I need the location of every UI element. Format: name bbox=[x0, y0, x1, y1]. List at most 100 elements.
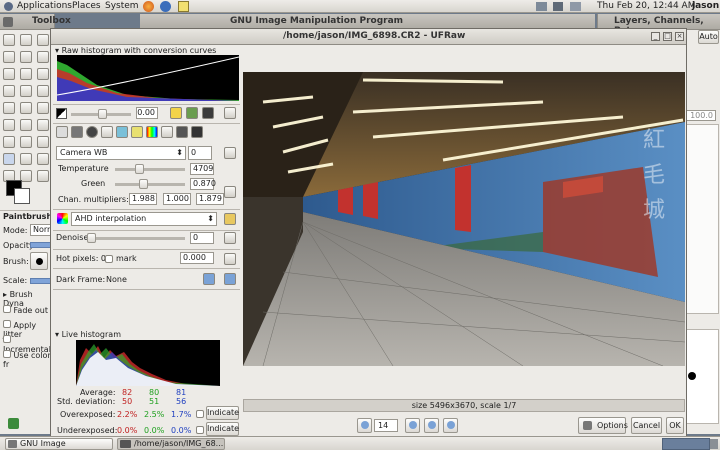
live-hist-expander[interactable]: ▾ Live histogram bbox=[55, 330, 121, 339]
hot-pixels-value[interactable]: 0.000 bbox=[180, 252, 214, 264]
brush-preview[interactable] bbox=[30, 252, 48, 270]
checkbox[interactable] bbox=[3, 320, 11, 328]
menu-applications[interactable]: Applications bbox=[17, 1, 72, 11]
taskbar-item-gimp[interactable]: GNU Image Manipula... bbox=[5, 438, 113, 450]
tab-exif-icon[interactable] bbox=[191, 126, 203, 138]
tab-save-icon[interactable] bbox=[176, 126, 188, 138]
exposure-slider-handle[interactable] bbox=[98, 109, 107, 119]
maximize-button[interactable]: □ bbox=[663, 32, 672, 41]
color-picker-icon[interactable] bbox=[20, 68, 32, 80]
shear-tool-icon[interactable] bbox=[37, 102, 49, 114]
paths-icon[interactable] bbox=[3, 68, 15, 80]
over-indicate-checkbox[interactable] bbox=[196, 410, 204, 418]
denoise-slider-handle[interactable] bbox=[87, 233, 96, 243]
save-options-icon[interactable] bbox=[8, 418, 19, 429]
green-slider-handle[interactable] bbox=[139, 179, 148, 189]
toolbox-titlebar[interactable]: Toolbox bbox=[0, 14, 71, 30]
reset-hot-icon[interactable] bbox=[224, 253, 236, 265]
rect-select-icon[interactable] bbox=[3, 34, 15, 46]
zoom-in-button[interactable] bbox=[405, 418, 420, 433]
move-tool-icon[interactable] bbox=[3, 85, 15, 97]
zoom-100-button[interactable] bbox=[443, 418, 458, 433]
tab-color-mgmt-icon[interactable] bbox=[116, 126, 128, 138]
rotate-tool-icon[interactable] bbox=[3, 102, 15, 114]
option-use-color[interactable]: Use color fr bbox=[3, 350, 54, 369]
clock[interactable]: Thu Feb 20, 12:44 AM bbox=[597, 1, 695, 11]
denoise-slider[interactable] bbox=[87, 237, 185, 240]
menu-system[interactable]: System bbox=[105, 1, 139, 11]
zoom-fit-button[interactable] bbox=[424, 418, 439, 433]
minimize-button[interactable]: _ bbox=[651, 32, 660, 41]
reset-exposure-icon[interactable] bbox=[224, 107, 236, 119]
menu-places[interactable]: Places bbox=[72, 1, 101, 11]
raw-hist-expander[interactable]: ▾ Raw histogram with conversion curves bbox=[55, 46, 216, 55]
auto-button[interactable]: Auto bbox=[698, 30, 719, 44]
tab-lightness-icon[interactable] bbox=[146, 126, 158, 138]
chan-red-value[interactable]: 1.988 bbox=[129, 193, 157, 205]
under-indicate-checkbox[interactable] bbox=[196, 426, 204, 434]
chan-blue-value[interactable]: 1.879 bbox=[196, 193, 224, 205]
chan-green-value[interactable]: 1.000 bbox=[163, 193, 191, 205]
temp-slider-handle[interactable] bbox=[135, 164, 144, 174]
bg-color-swatch[interactable] bbox=[14, 188, 30, 204]
volume-icon[interactable] bbox=[553, 2, 563, 11]
smoothing-icon[interactable] bbox=[224, 213, 236, 225]
pencil-icon[interactable] bbox=[37, 136, 49, 148]
flip-tool-icon[interactable] bbox=[20, 119, 32, 131]
temp-value[interactable]: 4709 bbox=[190, 163, 214, 175]
interp-select[interactable]: AHD interpolation ⬍ bbox=[71, 212, 217, 226]
restore-details-icon[interactable] bbox=[186, 107, 198, 119]
tab-grayscale-icon[interactable] bbox=[71, 126, 83, 138]
scissors-icon[interactable] bbox=[37, 51, 49, 63]
paintbrush-icon[interactable] bbox=[3, 153, 15, 165]
bucket-fill-icon[interactable] bbox=[3, 136, 15, 148]
network-icon[interactable] bbox=[536, 2, 547, 11]
tab-base-curve-icon[interactable] bbox=[101, 126, 113, 138]
fuzzy-select-icon[interactable] bbox=[3, 51, 15, 63]
ellipse-select-icon[interactable] bbox=[20, 34, 32, 46]
option-fade-out[interactable]: Fade out bbox=[3, 305, 48, 315]
eraser-icon[interactable] bbox=[20, 153, 32, 165]
checkbox[interactable] bbox=[3, 350, 11, 358]
help-icon[interactable] bbox=[160, 1, 171, 12]
firefox-icon[interactable] bbox=[143, 1, 154, 12]
green-slider[interactable] bbox=[115, 183, 185, 186]
exposure-value[interactable]: 0.00 bbox=[136, 107, 158, 119]
free-select-icon[interactable] bbox=[37, 34, 49, 46]
ufraw-titlebar[interactable]: /home/jason/IMG_6898.CR2 - UFRaw _ □ × bbox=[51, 29, 686, 45]
cancel-button[interactable]: Cancel bbox=[631, 417, 662, 434]
reset-dark-frame-icon[interactable] bbox=[224, 273, 236, 285]
text-tool-icon[interactable] bbox=[37, 119, 49, 131]
smudge-tool-icon[interactable] bbox=[37, 170, 49, 182]
zoom-tool-icon[interactable] bbox=[37, 68, 49, 80]
preview-image[interactable]: 紅 毛 城 bbox=[243, 72, 685, 366]
zoom-value[interactable]: 14 bbox=[374, 419, 398, 432]
temp-slider[interactable] bbox=[115, 168, 185, 171]
green-value[interactable]: 0.870 bbox=[190, 178, 216, 190]
trash-icon[interactable] bbox=[710, 439, 718, 449]
reset-denoise-icon[interactable] bbox=[224, 232, 236, 244]
options-button[interactable]: Options bbox=[578, 417, 628, 434]
blend-tool-icon[interactable] bbox=[20, 136, 32, 148]
tab-corrections-icon[interactable] bbox=[131, 126, 143, 138]
mark-checkbox[interactable] bbox=[105, 255, 113, 263]
crop-tool-icon[interactable] bbox=[37, 85, 49, 97]
reset-wb-icon[interactable] bbox=[224, 147, 236, 159]
under-indicate-button[interactable]: Indicate bbox=[206, 422, 239, 436]
perspective-tool-icon[interactable] bbox=[3, 119, 15, 131]
tab-crop-icon[interactable] bbox=[161, 126, 173, 138]
user-name[interactable]: jason bbox=[692, 1, 719, 11]
workspace-switcher[interactable] bbox=[662, 438, 710, 450]
scale-tool-icon[interactable] bbox=[20, 102, 32, 114]
open-dark-frame-icon[interactable] bbox=[203, 273, 215, 285]
denoise-value[interactable]: 0 bbox=[190, 232, 214, 244]
over-indicate-button[interactable]: Indicate bbox=[206, 406, 239, 420]
taskbar-item-ufraw[interactable]: /home/jason/IMG_68... bbox=[117, 438, 225, 450]
tab-lens-icon[interactable] bbox=[86, 126, 98, 138]
align-tool-icon[interactable] bbox=[20, 85, 32, 97]
clip-highlights-icon[interactable] bbox=[202, 107, 214, 119]
wb-select[interactable]: Camera WB ⬍ bbox=[56, 146, 186, 160]
checkbox[interactable] bbox=[3, 335, 11, 343]
layers-value-field[interactable]: 100.0 bbox=[686, 110, 716, 121]
close-button[interactable]: × bbox=[675, 32, 684, 41]
